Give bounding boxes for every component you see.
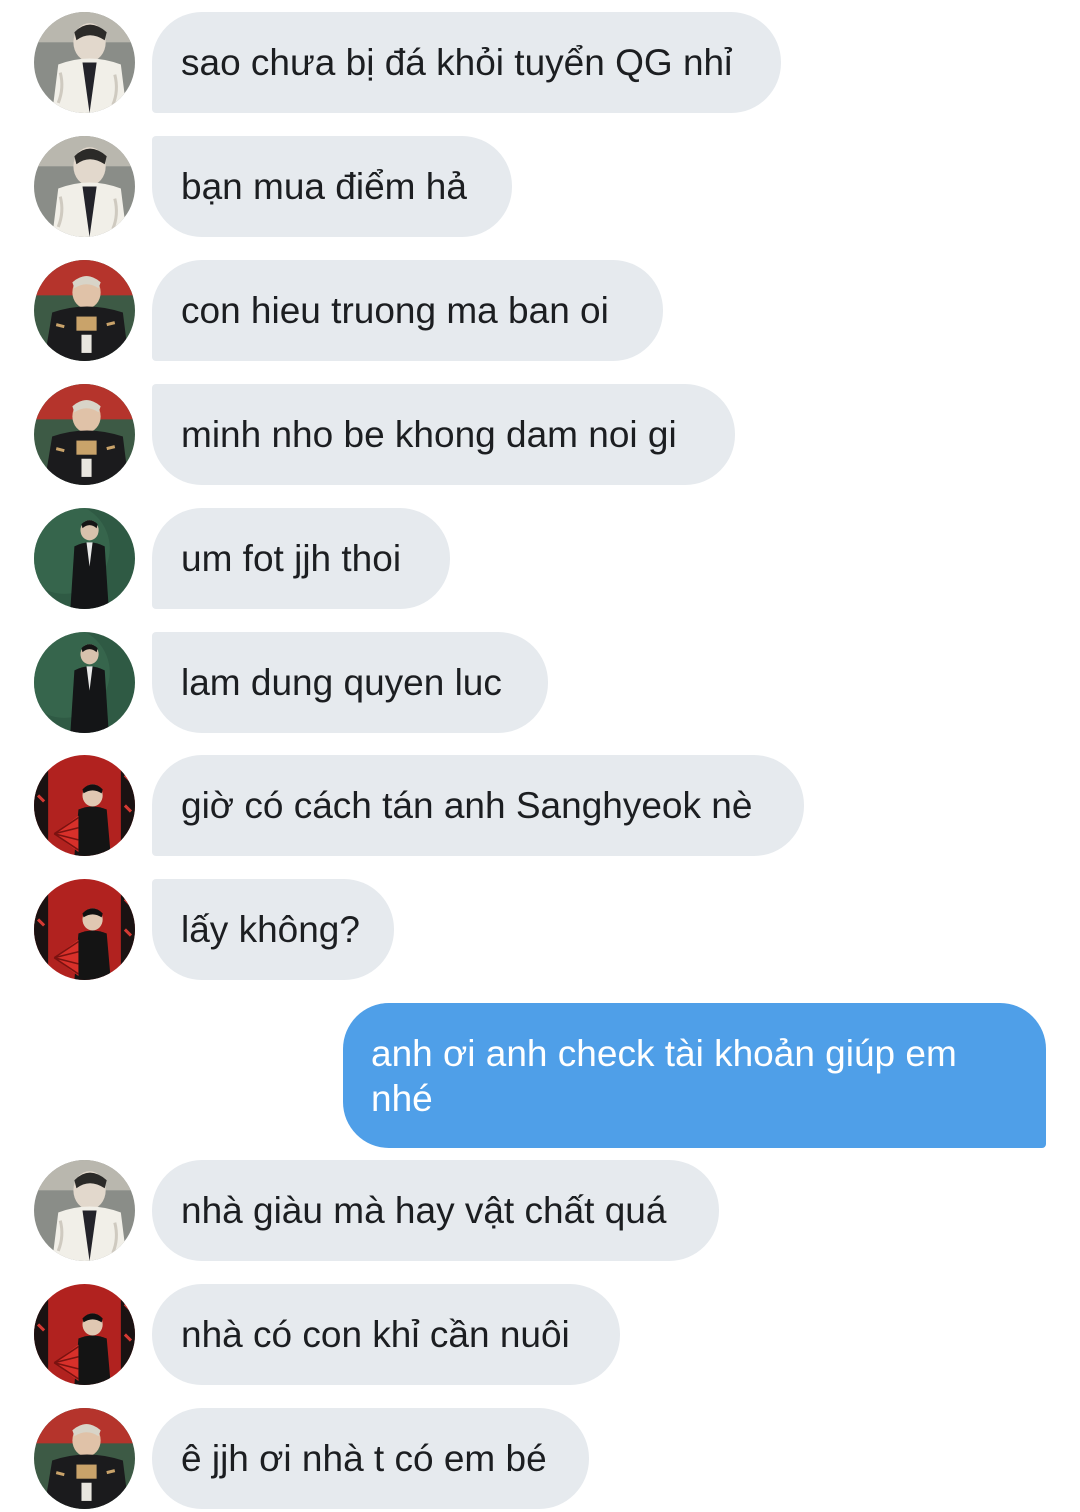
avatar-white-jacket-icon[interactable]	[34, 12, 135, 113]
message-row: um fot jjh thoi	[0, 508, 1080, 609]
message-row: nhà giàu mà hay vật chất quá	[0, 1160, 1080, 1261]
incoming-message-bubble[interactable]: minh nho be khong dam noi gi	[152, 384, 735, 485]
avatar-black-jersey-icon[interactable]	[34, 1408, 135, 1509]
message-row: lam dung quyen luc	[0, 632, 1080, 733]
avatar-white-jacket-icon[interactable]	[34, 136, 135, 237]
avatar-white-jacket-icon[interactable]	[34, 1160, 135, 1261]
conversation-thread: sao chưa bị đá khỏi tuyển QG nhỉ bạn mua…	[0, 0, 1080, 1512]
message-row: sao chưa bị đá khỏi tuyển QG nhỉ	[0, 12, 1080, 113]
message-row: ê jjh ơi nhà t có em bé	[0, 1408, 1080, 1509]
message-row: bạn mua điểm hả	[0, 136, 1080, 237]
avatar-black-jersey-icon[interactable]	[34, 384, 135, 485]
message-row: lấy không?	[0, 879, 1080, 980]
incoming-message-bubble[interactable]: bạn mua điểm hả	[152, 136, 512, 237]
incoming-message-bubble[interactable]: nhà giàu mà hay vật chất quá	[152, 1160, 719, 1261]
incoming-message-bubble[interactable]: um fot jjh thoi	[152, 508, 450, 609]
avatar-red-fan-icon[interactable]	[34, 879, 135, 980]
incoming-message-bubble[interactable]: lam dung quyen luc	[152, 632, 548, 733]
message-row-outgoing: anh ơi anh check tài khoản giúp em nhé	[0, 1003, 1080, 1148]
avatar-red-fan-icon[interactable]	[34, 755, 135, 856]
incoming-message-bubble[interactable]: ê jjh ơi nhà t có em bé	[152, 1408, 589, 1509]
incoming-message-bubble[interactable]: con hieu truong ma ban oi	[152, 260, 663, 361]
message-row: giờ có cách tán anh Sanghyeok nè	[0, 755, 1080, 856]
avatar-black-jersey-icon[interactable]	[34, 260, 135, 361]
avatar-red-fan-icon[interactable]	[34, 1284, 135, 1385]
avatar-black-suit-icon[interactable]	[34, 632, 135, 733]
message-row: minh nho be khong dam noi gi	[0, 384, 1080, 485]
incoming-message-bubble[interactable]: lấy không?	[152, 879, 394, 980]
incoming-message-bubble[interactable]: sao chưa bị đá khỏi tuyển QG nhỉ	[152, 12, 781, 113]
avatar-black-suit-icon[interactable]	[34, 508, 135, 609]
message-row: nhà có con khỉ cần nuôi	[0, 1284, 1080, 1385]
incoming-message-bubble[interactable]: nhà có con khỉ cần nuôi	[152, 1284, 620, 1385]
message-row: con hieu truong ma ban oi	[0, 260, 1080, 361]
incoming-message-bubble[interactable]: giờ có cách tán anh Sanghyeok nè	[152, 755, 804, 856]
outgoing-message-bubble[interactable]: anh ơi anh check tài khoản giúp em nhé	[343, 1003, 1046, 1148]
